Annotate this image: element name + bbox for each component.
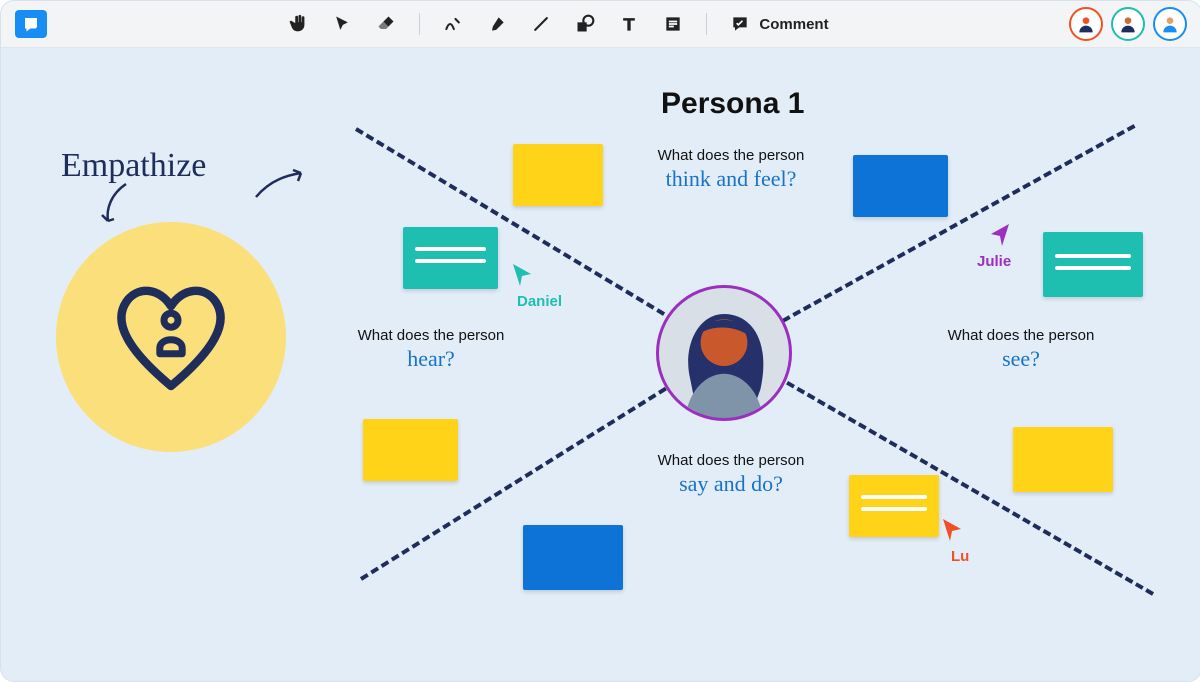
collaborator-avatar[interactable] bbox=[1111, 7, 1145, 41]
collaborator-avatar[interactable] bbox=[1069, 7, 1103, 41]
toolbar: Comment bbox=[1, 1, 1200, 48]
whiteboard-canvas[interactable]: Persona 1 Empathize What does the person bbox=[1, 47, 1200, 681]
line-tool-icon[interactable] bbox=[530, 13, 552, 35]
sticky-note[interactable] bbox=[853, 155, 948, 217]
select-tool-icon[interactable] bbox=[331, 13, 353, 35]
hand-tool-icon[interactable] bbox=[287, 13, 309, 35]
user-cursor-julie: Julie bbox=[989, 222, 1011, 270]
arrow-icon bbox=[251, 167, 311, 207]
toolbar-tools: Comment bbox=[287, 13, 828, 35]
collaborator-avatar[interactable] bbox=[1153, 7, 1187, 41]
shape-tool-icon[interactable] bbox=[574, 13, 596, 35]
empathize-circle[interactable] bbox=[56, 222, 286, 452]
persona-avatar[interactable] bbox=[656, 285, 792, 421]
marker-tool-icon[interactable] bbox=[486, 13, 508, 35]
quadrant-label-left[interactable]: What does the person hear? bbox=[331, 327, 531, 372]
sticky-note[interactable] bbox=[523, 525, 623, 590]
sticky-note[interactable] bbox=[363, 419, 458, 481]
sticky-note[interactable] bbox=[849, 475, 939, 537]
comment-label: Comment bbox=[759, 16, 828, 33]
sticky-note[interactable] bbox=[1043, 232, 1143, 297]
sticky-note[interactable] bbox=[513, 144, 603, 206]
user-cursor-lu: Lu bbox=[941, 517, 969, 565]
app-logo[interactable] bbox=[15, 10, 47, 38]
toolbar-separator bbox=[419, 13, 420, 35]
collaborator-avatars bbox=[1069, 7, 1187, 41]
sticky-note[interactable] bbox=[1013, 427, 1113, 492]
board-title[interactable]: Persona 1 bbox=[661, 87, 804, 121]
quadrant-label-right[interactable]: What does the person see? bbox=[921, 327, 1121, 372]
quadrant-label-top[interactable]: What does the person think and feel? bbox=[631, 147, 831, 192]
arrow-icon bbox=[96, 179, 136, 229]
quadrant-label-bottom[interactable]: What does the person say and do? bbox=[631, 452, 831, 497]
sticky-note[interactable] bbox=[403, 227, 498, 289]
toolbar-separator bbox=[706, 13, 707, 35]
user-cursor-daniel: Daniel bbox=[511, 262, 562, 310]
comment-button[interactable]: Comment bbox=[729, 14, 828, 34]
eraser-tool-icon[interactable] bbox=[375, 13, 397, 35]
heart-person-icon bbox=[101, 267, 241, 407]
app-window: Comment Persona 1 Empathize bbox=[0, 0, 1200, 682]
text-tool-icon[interactable] bbox=[618, 13, 640, 35]
pen-tool-icon[interactable] bbox=[442, 13, 464, 35]
note-tool-icon[interactable] bbox=[662, 13, 684, 35]
